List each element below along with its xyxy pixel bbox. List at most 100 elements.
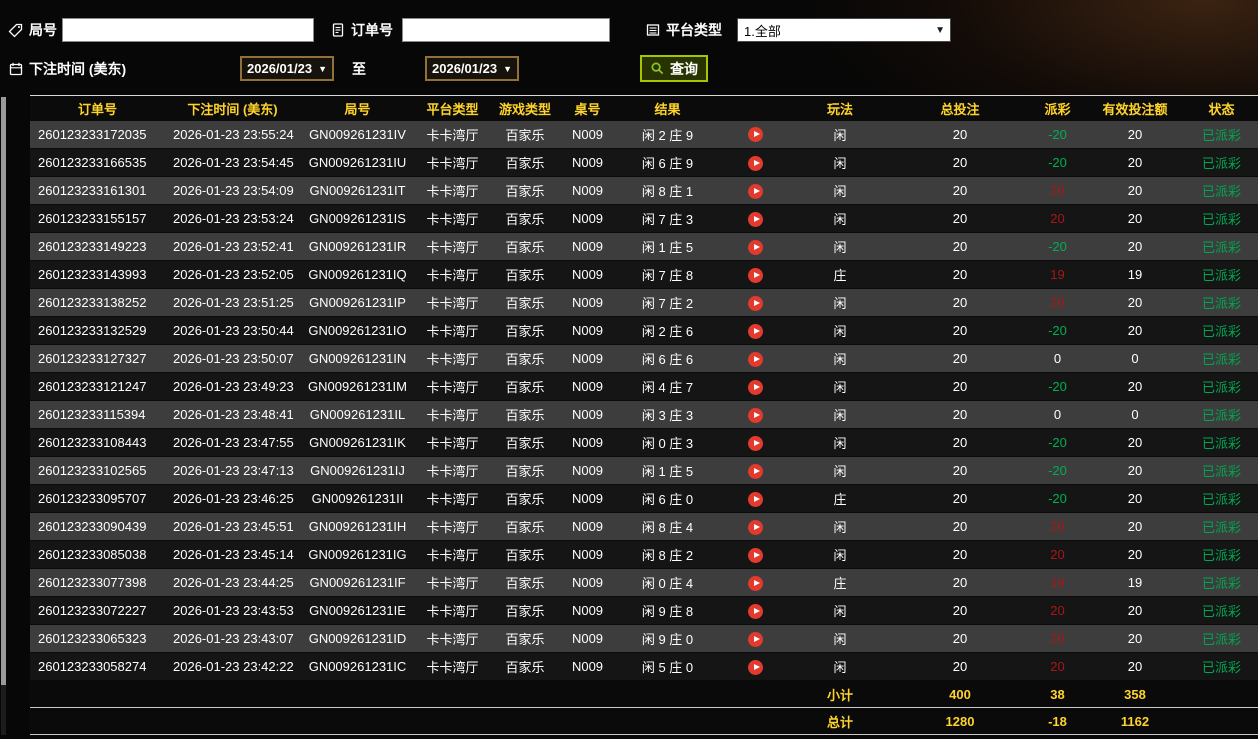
replay-cell [720, 149, 790, 177]
platform-cell: 卡卡湾厅 [426, 632, 479, 647]
play-icon[interactable] [747, 547, 763, 563]
play-cell: 闲 [833, 352, 847, 367]
play-icon[interactable] [747, 155, 763, 171]
table-row: 260123233161301 2026-01-23 23:54:09 GN0092… [30, 176, 1258, 205]
game-type-cell: 百家乐 [505, 576, 545, 591]
platform-select[interactable]: 1.全部 ▼ [737, 18, 951, 42]
valid-bet-cell: 19 [1127, 267, 1143, 282]
payout-cell: -20 [1048, 126, 1067, 142]
play-icon[interactable] [747, 323, 763, 339]
round-input[interactable] [62, 18, 314, 42]
play-icon[interactable] [747, 435, 763, 451]
table-no-cell: N009 [571, 183, 604, 198]
play-icon[interactable] [747, 211, 763, 227]
game-type-cell: 百家乐 [505, 240, 545, 255]
result-cell: 闲 9 庄 0 [641, 632, 694, 647]
play-icon[interactable] [747, 659, 763, 675]
chevron-down-icon: ▼ [935, 24, 945, 36]
column-header: 桌号 [560, 95, 615, 121]
payout-cell: 20 [1050, 547, 1065, 562]
table-no-cell: N009 [571, 491, 604, 506]
status-cell: 已派彩 [1201, 127, 1241, 143]
query-button-label: 查询 [670, 60, 698, 77]
valid-bet-cell: 20 [1127, 463, 1143, 478]
replay-cell [720, 121, 790, 149]
total-bet-cell: 20 [952, 126, 968, 142]
table-row: 260123233072227 2026-01-23 23:43:53 GN0092… [30, 596, 1258, 625]
platform-cell: 卡卡湾厅 [426, 184, 479, 199]
play-icon[interactable] [747, 127, 763, 143]
status-cell: 已派彩 [1201, 212, 1241, 227]
order-input[interactable] [402, 18, 610, 42]
total-bet-cell: 20 [952, 491, 968, 506]
game-type-cell: 百家乐 [505, 604, 545, 619]
game-type-cell: 百家乐 [505, 352, 545, 367]
payout-cell: 19 [1050, 575, 1065, 590]
table-no-cell: N009 [571, 659, 604, 674]
replay-cell [720, 513, 790, 541]
play-icon[interactable] [747, 351, 763, 367]
play-icon[interactable] [747, 183, 763, 199]
valid-bet-cell: 20 [1127, 519, 1143, 534]
query-button[interactable]: 查询 [640, 55, 708, 82]
play-icon[interactable] [747, 463, 763, 479]
order-id-cell: 260123233058274 [38, 659, 147, 674]
platform-cell: 卡卡湾厅 [426, 660, 479, 675]
table-no-cell: N009 [571, 323, 604, 338]
status-cell: 已派彩 [1201, 520, 1241, 535]
vertical-scrollbar[interactable] [1, 97, 6, 735]
date-to-picker[interactable]: 2026/01/23 ▼ [425, 56, 519, 81]
payout-cell: -20 [1048, 491, 1067, 506]
result-cell: 闲 1 庄 5 [641, 464, 694, 479]
payout-cell: -20 [1048, 239, 1067, 254]
table-no-cell: N009 [571, 379, 604, 394]
replay-cell [720, 177, 790, 205]
total-bet-cell: 20 [952, 323, 968, 338]
total-bet-cell: 20 [952, 603, 968, 618]
order-id-cell: 260123233090439 [38, 519, 147, 534]
date-from-value: 2026/01/23 [247, 61, 313, 76]
play-icon[interactable] [747, 407, 763, 423]
replay-cell [720, 569, 790, 597]
scrollbar-thumb[interactable] [1, 97, 6, 685]
search-icon [650, 61, 666, 77]
replay-cell [720, 261, 790, 289]
result-cell: 闲 3 庄 3 [641, 408, 694, 423]
play-icon[interactable] [747, 631, 763, 647]
game-type-cell: 百家乐 [505, 408, 545, 423]
round-id-cell: GN009261231IC [308, 659, 407, 674]
play-cell: 闲 [833, 520, 847, 535]
round-id-cell: GN009261231ID [308, 631, 407, 646]
result-cell: 闲 6 庄 6 [641, 352, 694, 367]
platform-cell: 卡卡湾厅 [426, 436, 479, 451]
bet-time-cell: 2026-01-23 23:47:13 [173, 463, 294, 478]
play-icon[interactable] [747, 379, 763, 395]
play-icon[interactable] [747, 267, 763, 283]
result-cell: 闲 0 庄 3 [641, 436, 694, 451]
result-cell: 闲 9 庄 8 [641, 604, 694, 619]
play-icon[interactable] [747, 295, 763, 311]
platform-filter-group: 平台类型 [645, 17, 722, 43]
column-header: 平台类型 [415, 95, 490, 121]
play-icon[interactable] [747, 491, 763, 507]
column-header: 下注时间 (美东) [165, 95, 300, 121]
round-id-cell: GN009261231IJ [310, 463, 405, 478]
order-id-cell: 260123233143993 [38, 267, 147, 282]
table-row: 260123233090439 2026-01-23 23:45:51 GN0092… [30, 512, 1258, 541]
result-cell: 闲 8 庄 2 [641, 548, 694, 563]
play-icon[interactable] [747, 575, 763, 591]
date-from-picker[interactable]: 2026/01/23 ▼ [240, 56, 334, 81]
valid-bet-cell: 20 [1127, 603, 1143, 618]
date-to-value: 2026/01/23 [432, 61, 498, 76]
status-cell: 已派彩 [1201, 184, 1241, 199]
table-row: 260123233095707 2026-01-23 23:46:25 GN0092… [30, 484, 1258, 513]
status-cell: 已派彩 [1201, 604, 1241, 619]
platform-select-value: 1.全部 [744, 23, 781, 39]
table-no-cell: N009 [571, 631, 604, 646]
table-row: 260123233077398 2026-01-23 23:44:25 GN0092… [30, 568, 1258, 597]
status-cell: 已派彩 [1201, 268, 1241, 283]
result-cell: 闲 8 庄 1 [641, 184, 694, 199]
play-icon[interactable] [747, 519, 763, 535]
play-icon[interactable] [747, 603, 763, 619]
play-icon[interactable] [747, 239, 763, 255]
